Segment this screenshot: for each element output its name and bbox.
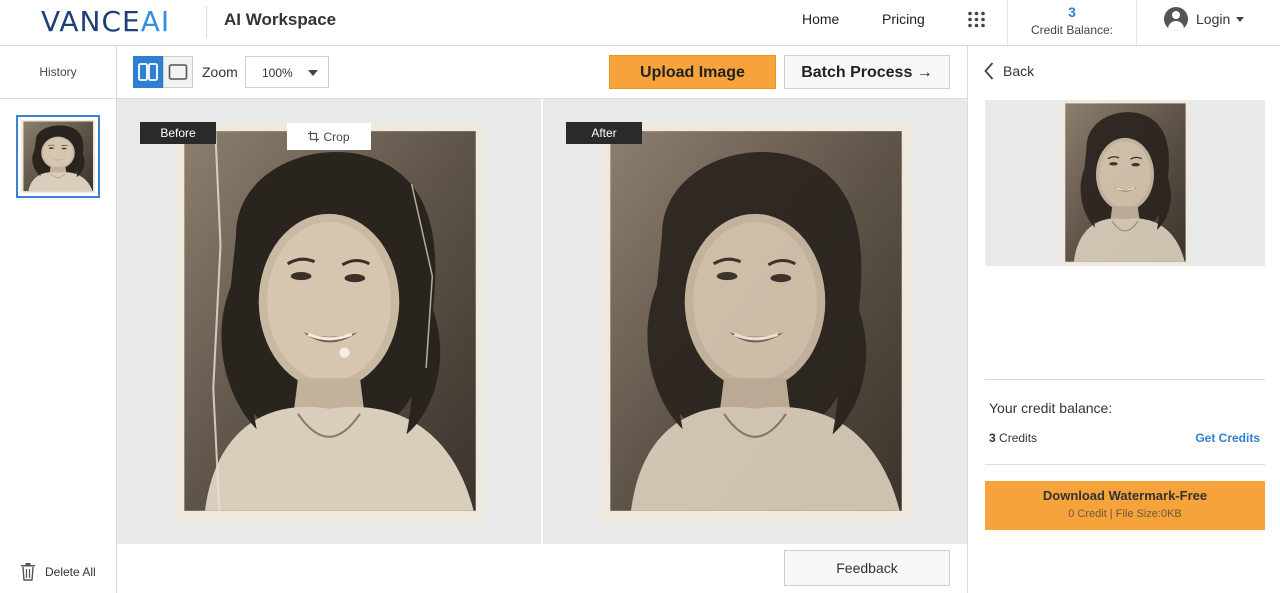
zoom-label: Zoom	[202, 64, 238, 80]
vanceai-logo[interactable]: VANCEAI	[41, 5, 170, 38]
download-watermark-free-button[interactable]: Download Watermark-Free 0 Credit | File …	[985, 481, 1265, 530]
history-thumbnail[interactable]	[16, 115, 100, 198]
credit-balance-count[interactable]: 3	[1008, 4, 1136, 20]
credits-amount: 3 Credits	[989, 431, 1037, 445]
credit-balance-label: Credit Balance:	[1030, 23, 1114, 37]
history-label: History	[39, 65, 77, 79]
workspace-title: AI Workspace	[224, 10, 337, 29]
zoom-select[interactable]: 100%	[245, 56, 329, 88]
nav-home-link[interactable]: Home	[802, 11, 839, 27]
trash-icon	[21, 563, 35, 581]
thumbnail-image	[21, 120, 95, 193]
delete-all-label: Delete All	[45, 565, 96, 579]
credits-number: 3	[989, 431, 996, 445]
after-label: After	[566, 122, 642, 144]
single-view-button[interactable]	[163, 56, 193, 88]
sidebar-divider	[0, 98, 116, 99]
back-label: Back	[1003, 63, 1035, 79]
history-sidebar: History Delete All	[0, 46, 117, 593]
download-subtitle: 0 Credit | File Size:0KB	[1068, 508, 1182, 520]
user-avatar-icon[interactable]	[1164, 7, 1188, 31]
dropdown-arrow-icon	[308, 70, 318, 76]
result-preview	[985, 100, 1265, 266]
credits-suffix: Credits	[999, 431, 1038, 445]
chevron-down-icon[interactable]	[1236, 17, 1244, 22]
feedback-button[interactable]: Feedback	[784, 550, 950, 586]
crop-label: Crop	[323, 129, 350, 144]
download-title: Download Watermark-Free	[1042, 488, 1208, 503]
after-image[interactable]	[600, 123, 910, 521]
credit-balance-title: Your credit balance:	[989, 400, 1113, 416]
editor-toolbar: Zoom 100% Upload Image Batch Process →	[117, 46, 967, 99]
feedback-bar: Feedback	[117, 544, 967, 593]
chevron-left-icon	[984, 62, 994, 80]
nav-pricing-link[interactable]: Pricing	[882, 11, 925, 27]
upload-image-button[interactable]: Upload Image	[609, 55, 776, 89]
panel-divider	[985, 464, 1265, 465]
result-panel: Back Your credit balance: 3 Credits Get …	[967, 46, 1280, 593]
top-header: VANCEAI AI Workspace Home Pricing 3 Cred…	[0, 0, 1280, 46]
single-view-icon	[168, 64, 188, 80]
header-divider	[1136, 0, 1137, 46]
header-divider	[206, 6, 207, 38]
panel-divider	[985, 379, 1265, 380]
before-image[interactable]	[174, 123, 484, 521]
apps-grid-icon[interactable]	[967, 11, 986, 28]
before-after-compare: Before After Crop	[117, 99, 967, 544]
split-view-icon	[138, 63, 158, 81]
get-credits-link[interactable]: Get Credits	[1195, 431, 1260, 445]
delete-all-button[interactable]: Delete All	[20, 563, 96, 581]
result-preview-image[interactable]	[1061, 100, 1189, 266]
split-view-button[interactable]	[133, 56, 163, 88]
crop-icon	[308, 131, 320, 142]
crop-button[interactable]: Crop	[287, 123, 371, 150]
compare-divider	[541, 99, 543, 544]
login-link[interactable]: Login	[1196, 11, 1230, 27]
batch-process-button[interactable]: Batch Process →	[784, 55, 950, 89]
before-label: Before	[140, 122, 216, 144]
back-button[interactable]: Back	[984, 62, 1034, 80]
zoom-value: 100%	[262, 66, 293, 80]
